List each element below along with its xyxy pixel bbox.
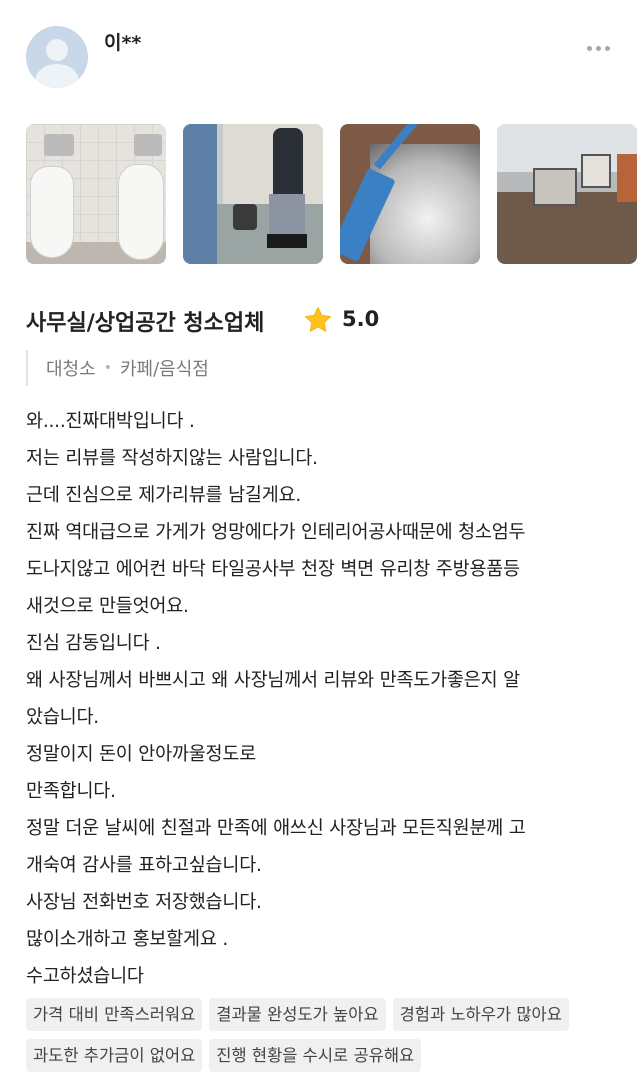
rating-value: 5.0: [342, 307, 380, 331]
review-line: 았습니다.: [26, 707, 99, 728]
review-photo-urinals[interactable]: [26, 124, 166, 264]
category-primary: 대청소: [46, 359, 96, 380]
review-text: 와....진짜대박입니다 . 저는 리뷰를 작성하지않는 사람입니다. 근데 진…: [26, 403, 626, 995]
star-icon: [304, 306, 332, 332]
review-line: 만족합니다.: [26, 781, 116, 802]
avatar-head: [46, 39, 68, 61]
review-photo-worker[interactable]: [183, 124, 323, 264]
review-tags: 가격 대비 만족스러워요 결과물 완성도가 높아요 경험과 노하우가 많아요 과…: [26, 998, 636, 1072]
more-options-icon[interactable]: [587, 46, 610, 51]
category-secondary: 카페/음식점: [119, 359, 209, 380]
review-line: 개숙여 감사를 표하고싶습니다.: [26, 855, 262, 876]
review-line: 새것으로 만들엇어요.: [26, 596, 189, 617]
review-photo-scrubbing[interactable]: [340, 124, 480, 264]
service-title: 사무실/상업공간 청소업체: [26, 311, 265, 336]
tag-no-extra-charge[interactable]: 과도한 추가금이 없어요: [26, 1039, 203, 1072]
tag-quality[interactable]: 결과물 완성도가 높아요: [209, 998, 386, 1031]
photo-gallery: [26, 124, 637, 264]
review-line: 사장님 전화번호 저장했습니다.: [26, 892, 262, 913]
review-line: 정말이지 돈이 안아까울정도로: [26, 744, 257, 765]
review-photo-room[interactable]: [497, 124, 637, 264]
avatar-body: [35, 64, 79, 88]
review-line: 진심 감동입니다 .: [26, 633, 161, 654]
avatar: [26, 26, 88, 88]
review-line: 진짜 역대급으로 가게가 엉망에다가 인테리어공사때문에 청소엄두: [26, 522, 526, 543]
category-breadcrumb: 대청소 • 카페/음식점: [26, 350, 209, 386]
tag-value-for-money[interactable]: 가격 대비 만족스러워요: [26, 998, 203, 1031]
review-line: 정말 더운 날씨에 친절과 만족에 애쓰신 사장님과 모든직원분께 고: [26, 818, 526, 839]
review-line: 근데 진심으로 제가리뷰를 남길게요.: [26, 485, 302, 506]
review-line: 왜 사장님께서 바쁘시고 왜 사장님께서 리뷰와 만족도가좋은지 알: [26, 670, 520, 691]
separator-dot: •: [103, 360, 112, 376]
review-line: 수고하셨습니다: [26, 966, 144, 987]
username: 이**: [104, 32, 142, 54]
review-line: 도나지않고 에어컨 바닥 타일공사부 천장 벽면 유리창 주방용품등: [26, 559, 520, 580]
review-line: 많이소개하고 홍보할게요 .: [26, 929, 229, 950]
tag-progress-sharing[interactable]: 진행 현황을 수시로 공유해요: [209, 1039, 422, 1072]
tag-experience[interactable]: 경험과 노하우가 많아요: [392, 998, 569, 1031]
review-line: 저는 리뷰를 작성하지않는 사람입니다.: [26, 448, 318, 469]
review-line: 와....진짜대박입니다 .: [26, 411, 195, 432]
